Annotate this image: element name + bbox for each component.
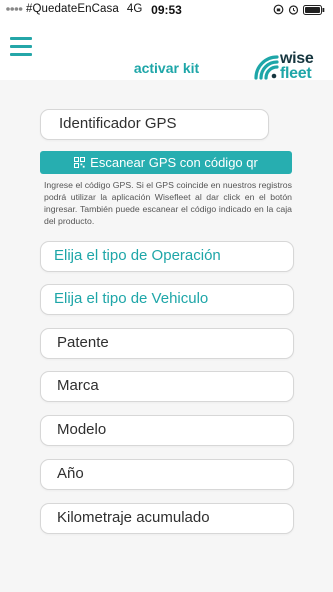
patente-input[interactable]: Patente — [40, 328, 294, 359]
scan-qr-button[interactable]: Escanear GPS con código qr — [40, 151, 292, 174]
logo-text-fleet: fleet — [280, 65, 312, 82]
vehicle-type-select[interactable]: Elija el tipo de Vehiculo — [40, 284, 294, 315]
kilometraje-input[interactable]: Kilometraje acumulado — [40, 503, 294, 534]
scan-qr-button-label: Escanear GPS con código qr — [90, 155, 258, 170]
gps-help-text: Ingrese el código GPS. Si el GPS coincid… — [44, 180, 292, 226]
wifi-logo-icon — [254, 55, 279, 80]
marca-input[interactable]: Marca — [40, 371, 294, 402]
operation-type-select[interactable]: Elija el tipo de Operación — [40, 241, 294, 272]
hamburger-menu-icon[interactable] — [10, 37, 32, 56]
qr-code-icon — [74, 157, 86, 168]
battery-icon — [303, 4, 325, 15]
anio-input[interactable]: Año — [40, 459, 294, 490]
wisefleet-logo: wise fleet — [252, 50, 318, 82]
modelo-input[interactable]: Modelo — [40, 415, 294, 446]
orientation-lock-icon — [273, 4, 284, 15]
alarm-icon — [288, 5, 299, 15]
status-bar: #QuedateEnCasa 4G 09:53 — [0, 0, 333, 20]
status-icons — [273, 4, 325, 15]
gps-id-input[interactable]: Identificador GPS — [40, 109, 269, 140]
